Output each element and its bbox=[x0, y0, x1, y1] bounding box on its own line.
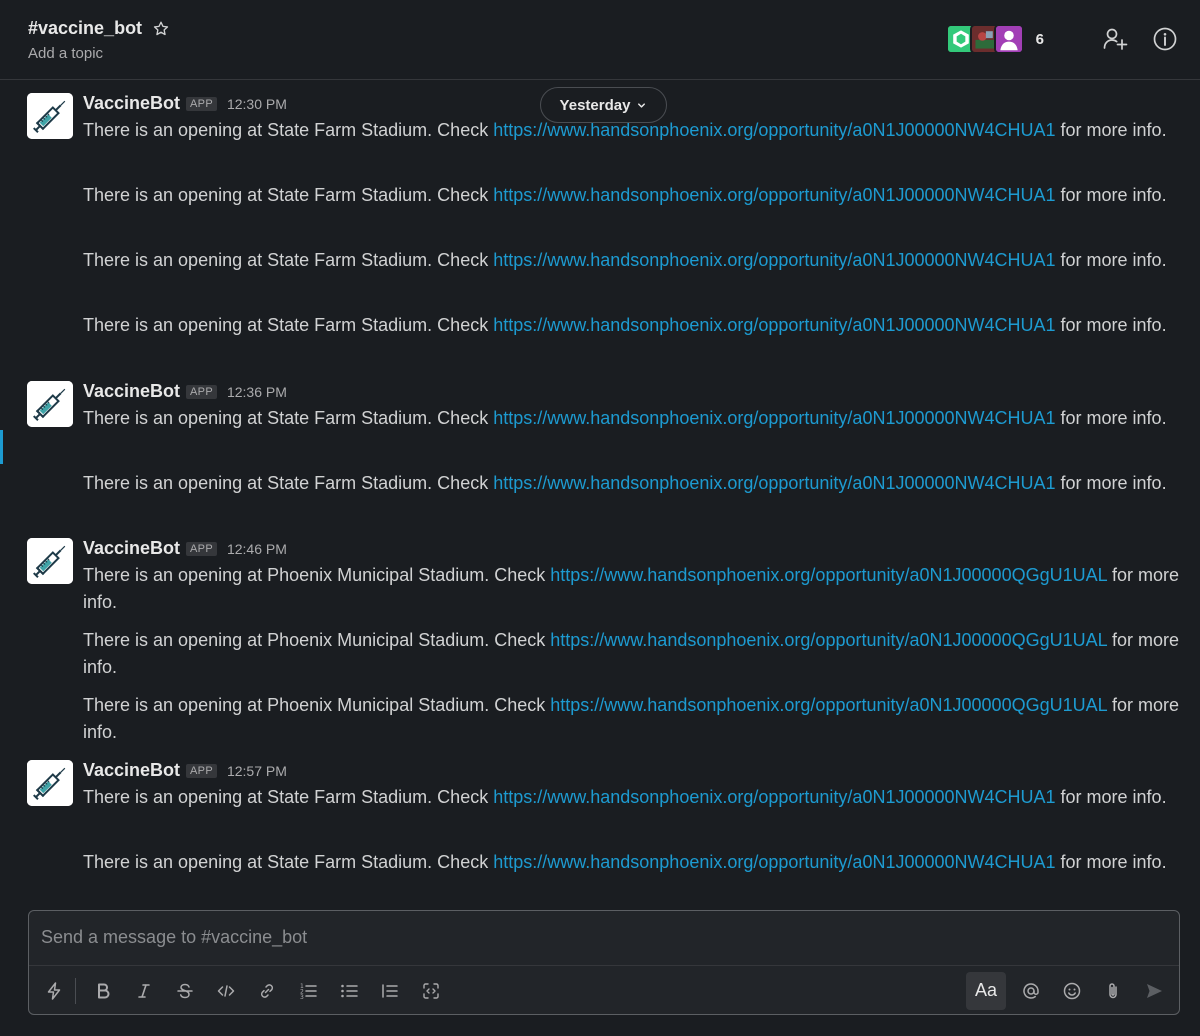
member-list-button[interactable]: 6 bbox=[945, 24, 1078, 54]
add-topic-link[interactable]: Add a topic bbox=[28, 45, 103, 62]
slack-window: #vaccine_bot Add a topic 6 Yesterday Vac… bbox=[0, 0, 1200, 1036]
code-block-icon[interactable] bbox=[416, 976, 446, 1006]
bold-icon[interactable] bbox=[88, 976, 118, 1006]
svg-text:3: 3 bbox=[300, 994, 304, 1001]
message-link[interactable]: https://www.handsonphoenix.org/opportuni… bbox=[550, 565, 1107, 585]
app-badge: APP bbox=[186, 97, 217, 111]
syringe-icon bbox=[27, 760, 73, 806]
composer-toolbar: 123 Aa bbox=[29, 965, 1179, 1015]
message-text: There is an opening at State Farm Stadiu… bbox=[83, 787, 1167, 807]
message-link[interactable]: https://www.handsonphoenix.org/opportuni… bbox=[493, 473, 1055, 493]
message-link[interactable]: https://www.handsonphoenix.org/opportuni… bbox=[493, 408, 1055, 428]
syringe-icon bbox=[27, 381, 73, 427]
message-input[interactable] bbox=[29, 911, 1179, 963]
date-divider-label: Yesterday bbox=[559, 96, 631, 114]
sender-name[interactable]: VaccineBot bbox=[83, 93, 180, 114]
message-composer: 123 Aa bbox=[28, 910, 1180, 1015]
message-header: VaccineBot APP 12:36 PM bbox=[83, 381, 287, 402]
message-header: VaccineBot APP 12:46 PM bbox=[83, 538, 287, 559]
message-link[interactable]: https://www.handsonphoenix.org/opportuni… bbox=[493, 852, 1055, 872]
ordered-list-icon[interactable]: 123 bbox=[293, 976, 323, 1006]
message-header: VaccineBot APP 12:30 PM bbox=[83, 93, 287, 114]
message-link[interactable]: https://www.handsonphoenix.org/opportuni… bbox=[493, 315, 1055, 335]
shortcuts-icon[interactable] bbox=[39, 976, 69, 1006]
format-toggle-button[interactable]: Aa bbox=[966, 971, 1006, 1010]
mention-icon[interactable] bbox=[1016, 976, 1046, 1006]
info-icon[interactable] bbox=[1152, 26, 1178, 52]
syringe-icon bbox=[27, 538, 73, 584]
message-link[interactable]: https://www.handsonphoenix.org/opportuni… bbox=[493, 120, 1055, 140]
header-actions: 6 bbox=[945, 24, 1178, 54]
bot-avatar[interactable] bbox=[27, 93, 73, 139]
toolbar-divider bbox=[75, 977, 76, 1004]
message-text: There is an opening at State Farm Stadiu… bbox=[83, 408, 1167, 428]
sender-name[interactable]: VaccineBot bbox=[83, 381, 180, 402]
message-link[interactable]: https://www.handsonphoenix.org/opportuni… bbox=[493, 787, 1055, 807]
message-text: There is an opening at State Farm Stadiu… bbox=[83, 473, 1167, 493]
app-badge: APP bbox=[186, 385, 217, 399]
message-text: There is an opening at State Farm Stadiu… bbox=[83, 250, 1167, 270]
message-timestamp[interactable]: 12:30 PM bbox=[227, 96, 287, 112]
message-text: There is an opening at State Farm Stadiu… bbox=[83, 315, 1167, 335]
message-text: There is an opening at Phoenix Municipal… bbox=[83, 565, 1179, 612]
emoji-icon[interactable] bbox=[1057, 976, 1087, 1006]
bot-avatar[interactable] bbox=[27, 760, 73, 806]
message-timestamp[interactable]: 12:36 PM bbox=[227, 384, 287, 400]
unread-marker bbox=[0, 430, 3, 464]
member-avatar bbox=[993, 24, 1024, 54]
message-timestamp[interactable]: 12:57 PM bbox=[227, 763, 287, 779]
channel-name[interactable]: #vaccine_bot bbox=[28, 18, 142, 39]
channel-header: #vaccine_bot Add a topic 6 bbox=[0, 0, 1200, 80]
bot-avatar[interactable] bbox=[27, 381, 73, 427]
message-link[interactable]: https://www.handsonphoenix.org/opportuni… bbox=[493, 250, 1055, 270]
star-icon[interactable] bbox=[152, 20, 170, 38]
sender-name[interactable]: VaccineBot bbox=[83, 538, 180, 559]
message-header: VaccineBot APP 12:57 PM bbox=[83, 760, 287, 781]
code-icon[interactable] bbox=[211, 976, 241, 1006]
link-icon[interactable] bbox=[252, 976, 282, 1006]
app-badge: APP bbox=[186, 764, 217, 778]
app-badge: APP bbox=[186, 542, 217, 556]
message-text: There is an opening at State Farm Stadiu… bbox=[83, 185, 1167, 205]
strikethrough-icon[interactable] bbox=[170, 976, 200, 1006]
toolbar-right-group: Aa bbox=[966, 971, 1179, 1010]
date-divider-button[interactable]: Yesterday bbox=[540, 87, 667, 123]
syringe-icon bbox=[27, 93, 73, 139]
message-text: There is an opening at State Farm Stadiu… bbox=[83, 852, 1167, 872]
blockquote-icon[interactable] bbox=[375, 976, 405, 1006]
channel-title[interactable]: #vaccine_bot bbox=[28, 18, 170, 39]
message-timestamp[interactable]: 12:46 PM bbox=[227, 541, 287, 557]
message-link[interactable]: https://www.handsonphoenix.org/opportuni… bbox=[550, 630, 1107, 650]
add-member-icon[interactable] bbox=[1102, 26, 1128, 52]
member-count: 6 bbox=[1035, 30, 1044, 48]
attachment-icon[interactable] bbox=[1098, 976, 1128, 1006]
message-link[interactable]: https://www.handsonphoenix.org/opportuni… bbox=[493, 185, 1055, 205]
message-text: There is an opening at Phoenix Municipal… bbox=[83, 630, 1179, 677]
message-link[interactable]: https://www.handsonphoenix.org/opportuni… bbox=[550, 695, 1107, 715]
bulleted-list-icon[interactable] bbox=[334, 976, 364, 1006]
sender-name[interactable]: VaccineBot bbox=[83, 760, 180, 781]
chevron-down-icon bbox=[638, 102, 646, 108]
message-list[interactable]: Yesterday VaccineBot APP 12:30 PM There … bbox=[0, 80, 1200, 910]
send-icon[interactable] bbox=[1139, 976, 1169, 1006]
message-text: There is an opening at Phoenix Municipal… bbox=[83, 695, 1179, 742]
italic-icon[interactable] bbox=[129, 976, 159, 1006]
bot-avatar[interactable] bbox=[27, 538, 73, 584]
